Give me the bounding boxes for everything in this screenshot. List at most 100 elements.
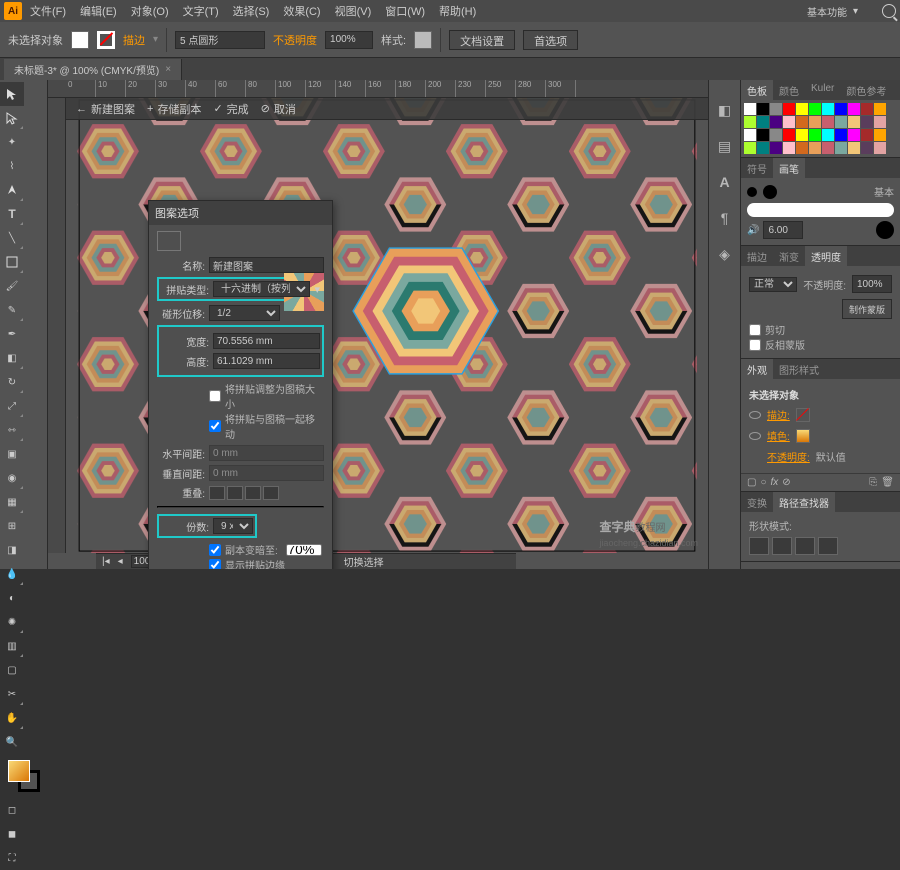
add-effect-icon[interactable]: fx	[771, 477, 779, 488]
appearance-stroke-row[interactable]: 描边:	[767, 407, 790, 422]
fill-swatch[interactable]	[71, 31, 89, 49]
invert-mask-checkbox[interactable]	[749, 339, 761, 351]
swatch[interactable]	[783, 142, 795, 154]
swatch[interactable]	[874, 129, 886, 141]
lasso-tool[interactable]: ⌇	[0, 154, 24, 178]
fill-color-chip[interactable]	[8, 760, 30, 782]
swatch[interactable]	[822, 142, 834, 154]
swatch[interactable]	[744, 142, 756, 154]
scale-tool[interactable]: ⤢	[0, 394, 24, 418]
gradient-tool[interactable]: ◨	[0, 538, 24, 562]
symbols-tab[interactable]: 符号	[741, 158, 773, 178]
tile-type-select[interactable]: 十六进制（按列）	[213, 281, 310, 297]
swatch[interactable]	[757, 103, 769, 115]
type-tool[interactable]: T	[0, 202, 24, 226]
close-icon[interactable]: ×	[165, 64, 171, 75]
new-fill-icon[interactable]: ▢	[747, 477, 756, 488]
pen-tool[interactable]	[0, 178, 24, 202]
brick-offset-select[interactable]: 1/2	[209, 305, 280, 321]
workspace-switcher[interactable]: 基本功能 ▾	[801, 4, 864, 19]
transparency-tab[interactable]: 透明度	[805, 246, 847, 266]
shape-builder-tool[interactable]: ◉	[0, 466, 24, 490]
swatch[interactable]	[783, 103, 795, 115]
clear-icon[interactable]: ⊘	[782, 477, 790, 488]
swatch[interactable]	[848, 116, 860, 128]
zoom-tool[interactable]: 🔍	[0, 730, 24, 754]
overlap-top-icon[interactable]	[245, 486, 261, 500]
h-spacing-input[interactable]	[209, 445, 324, 461]
swatch[interactable]	[744, 103, 756, 115]
swatch[interactable]	[770, 142, 782, 154]
gradient-tab[interactable]: 渐变	[773, 246, 805, 266]
draw-normal-mode[interactable]: ◻	[0, 798, 24, 822]
opacity-label[interactable]: 不透明度	[273, 32, 317, 48]
swatch[interactable]	[757, 142, 769, 154]
swatch[interactable]	[835, 142, 847, 154]
swatch[interactable]	[796, 129, 808, 141]
layers-panel-icon[interactable]: ◈	[715, 244, 735, 264]
dim-value-input[interactable]	[286, 544, 322, 556]
swatch[interactable]	[835, 103, 847, 115]
swatch[interactable]	[809, 116, 821, 128]
hand-tool[interactable]: ✋	[0, 706, 24, 730]
rotate-tool[interactable]: ↻	[0, 370, 24, 394]
new-pattern-link[interactable]: ← 新建图案	[76, 101, 135, 117]
ruler-vertical[interactable]	[48, 98, 66, 553]
appearance-opacity-row[interactable]: 不透明度:	[767, 449, 810, 464]
mesh-tool[interactable]: ⊞	[0, 514, 24, 538]
swatch[interactable]	[861, 142, 873, 154]
pattern-tile-tool-icon[interactable]	[157, 231, 181, 251]
swatch[interactable]	[796, 103, 808, 115]
swatch[interactable]	[770, 116, 782, 128]
eraser-tool[interactable]: ◧	[0, 346, 24, 370]
copies-select[interactable]: 9 x 9	[213, 518, 253, 534]
stroke-swatch[interactable]	[97, 31, 115, 49]
swatch[interactable]	[796, 142, 808, 154]
direct-selection-tool[interactable]	[0, 106, 24, 130]
pathfinder-exclude-icon[interactable]	[818, 537, 838, 555]
save-copy-link[interactable]: + 存储副本	[147, 101, 201, 117]
document-tab[interactable]: 未标题-3* @ 100% (CMYK/预览) ×	[4, 59, 182, 80]
swatch[interactable]	[848, 142, 860, 154]
new-stroke-icon[interactable]: ○	[760, 477, 766, 488]
swatch[interactable]	[861, 129, 873, 141]
brush-size-input[interactable]	[763, 221, 803, 239]
stroke-profile-select[interactable]	[175, 31, 265, 49]
appearance-fill-row[interactable]: 填色:	[767, 428, 790, 443]
menu-edit[interactable]: 编辑(E)	[74, 1, 123, 21]
size-tile-checkbox[interactable]	[209, 390, 221, 402]
transparency-opacity-input[interactable]	[852, 275, 892, 293]
swatch[interactable]	[835, 116, 847, 128]
selection-tool[interactable]	[0, 82, 24, 106]
artboard-tool[interactable]: ▢	[0, 658, 24, 682]
swatch[interactable]	[757, 116, 769, 128]
swatch[interactable]	[822, 116, 834, 128]
pathfinder-minus-icon[interactable]	[772, 537, 792, 555]
swatch[interactable]	[783, 129, 795, 141]
brush-tip-icon[interactable]	[876, 221, 894, 239]
swatch[interactable]	[861, 103, 873, 115]
overlap-left-icon[interactable]	[209, 486, 225, 500]
swatch[interactable]	[822, 129, 834, 141]
pathfinder-unite-icon[interactable]	[749, 537, 769, 555]
pattern-options-panel[interactable]: 图案选项 名称: 拼贴类型: 十六进制（按列） ▾ 碰形位移: 1/2	[148, 200, 333, 569]
pathfinder-tab[interactable]: 路径查找器	[773, 492, 835, 512]
swatch[interactable]	[796, 116, 808, 128]
slice-tool[interactable]: ✂	[0, 682, 24, 706]
nav-prev-icon[interactable]: ◂	[118, 556, 123, 567]
cancel-link[interactable]: ⊘ 取消	[261, 101, 296, 117]
menu-effect[interactable]: 效果(C)	[277, 1, 326, 21]
clip-checkbox[interactable]	[749, 324, 761, 336]
type-panel-icon[interactable]: A	[715, 172, 735, 192]
swatches-tab[interactable]: 色板	[741, 80, 773, 100]
color-guide-panel-icon[interactable]: ▤	[715, 136, 735, 156]
ruler-horizontal[interactable]: 0 10 20 30 40 60 80 100 120 140 160 180 …	[48, 80, 708, 98]
column-graph-tool[interactable]: ▥	[0, 634, 24, 658]
move-with-art-checkbox[interactable]	[209, 420, 221, 432]
brush-preview[interactable]	[747, 203, 894, 217]
overlap-bottom-icon[interactable]	[263, 486, 279, 500]
pencil-tool[interactable]: ✎	[0, 298, 24, 322]
free-transform-tool[interactable]: ▣	[0, 442, 24, 466]
brushes-tab[interactable]: 画笔	[773, 158, 805, 178]
swatch[interactable]	[757, 129, 769, 141]
